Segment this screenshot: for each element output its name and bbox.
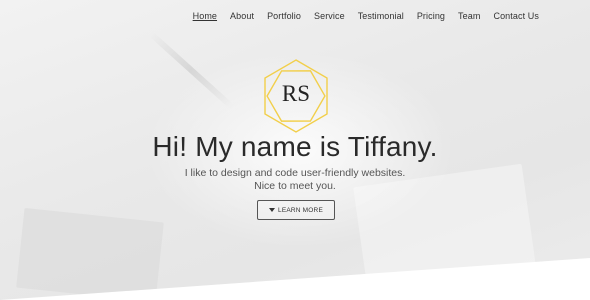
caret-down-icon [269, 208, 275, 212]
nav-link-testimonial[interactable]: Testimonial [358, 11, 404, 21]
brand-logo: RS [259, 57, 333, 135]
nav-link-portfolio[interactable]: Portfolio [267, 11, 301, 21]
main-nav: Home About Portfolio Service Testimonial… [180, 11, 539, 21]
hero-subtitle-line-1: I like to design and code user-friendly … [184, 167, 406, 179]
learn-more-button[interactable]: LEARN MORE [257, 200, 335, 220]
nav-link-about[interactable]: About [230, 11, 254, 21]
hero-subtitle: I like to design and code user-friendly … [0, 167, 590, 193]
nav-link-home[interactable]: Home [193, 11, 217, 21]
nav-link-pricing[interactable]: Pricing [417, 11, 445, 21]
nav-link-team[interactable]: Team [458, 11, 480, 21]
nav-link-contact-us[interactable]: Contact Us [493, 11, 539, 21]
learn-more-label: LEARN MORE [278, 206, 323, 214]
hero-subtitle-line-2: Nice to meet you. [254, 180, 336, 192]
logo-monogram: RS [281, 81, 311, 106]
hero-title: Hi! My name is Tiffany. [152, 131, 438, 162]
nav-link-service[interactable]: Service [314, 11, 345, 21]
